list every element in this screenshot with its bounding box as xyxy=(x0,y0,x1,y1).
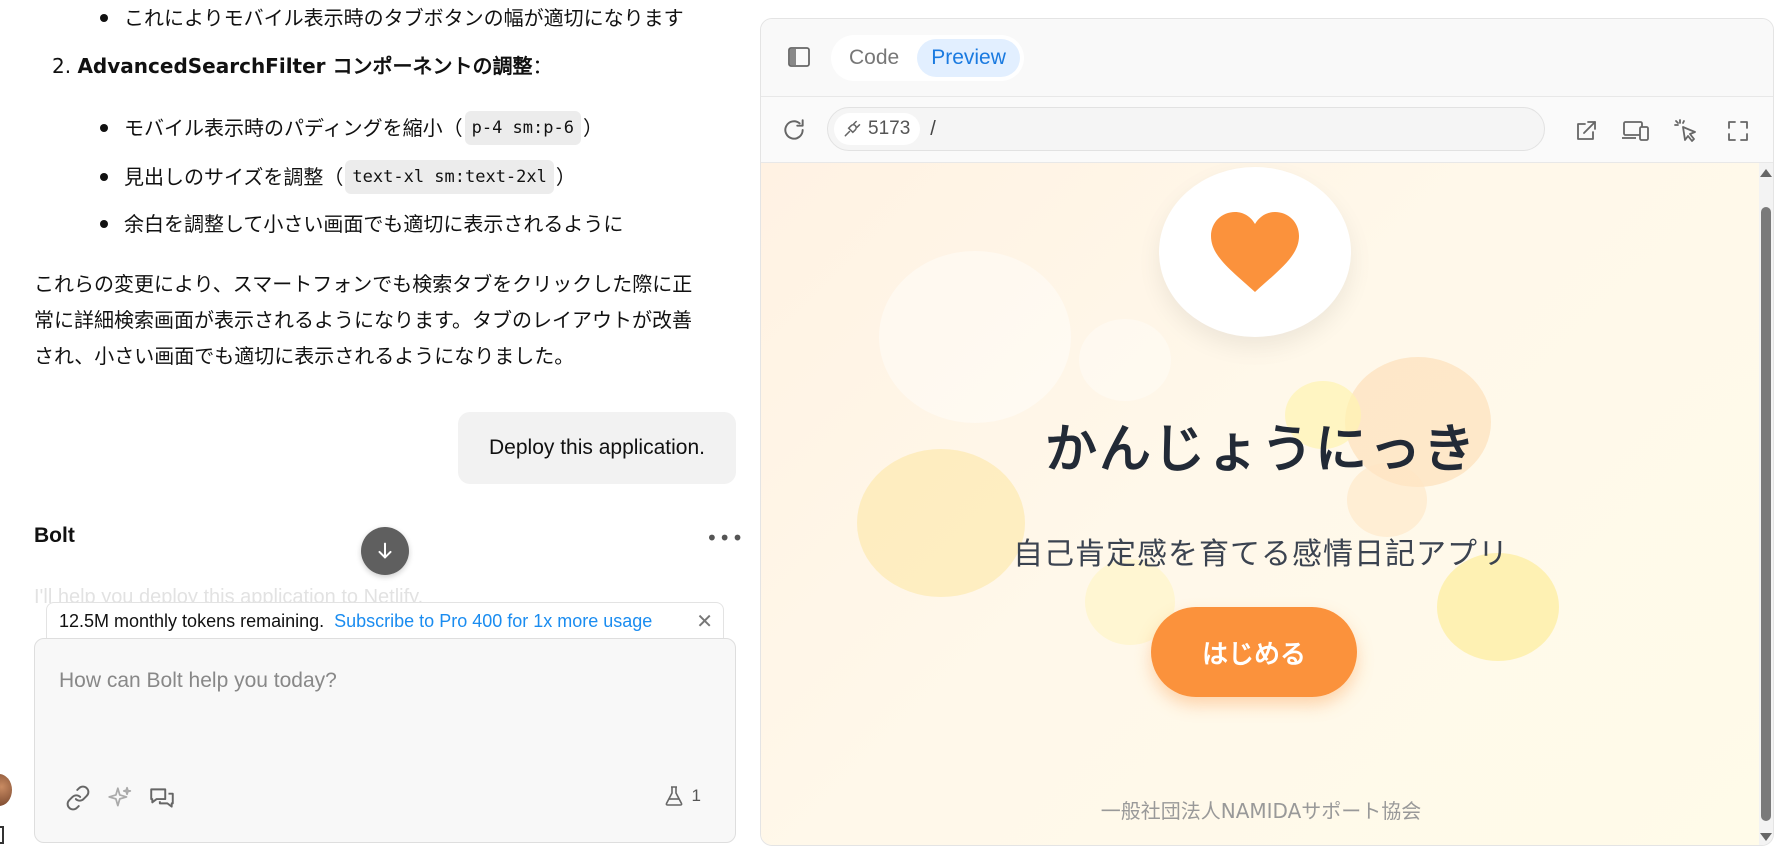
tokens-remaining: 12.5M monthly tokens remaining. xyxy=(59,610,325,631)
devices-icon xyxy=(1622,121,1649,141)
fullscreen-button[interactable] xyxy=(1723,117,1753,145)
list-item-text-end: ） xyxy=(582,116,603,140)
port-selector[interactable]: 5173 xyxy=(834,113,921,145)
app-subtitle: 自己肯定感を育てる感情日記アプリ xyxy=(1013,537,1509,572)
list-item-suffix: ： xyxy=(532,54,553,78)
list-item: 余白を調整して小さい画面でも適切に表示されるように xyxy=(100,209,623,239)
tab-preview[interactable]: Preview xyxy=(917,39,1020,77)
scroll-down-arrow-icon[interactable] xyxy=(1760,833,1772,841)
paragraph-line: これらの変更により、スマートフォンでも検索タブをクリックした際に正 xyxy=(34,272,693,296)
close-icon[interactable]: ✕ xyxy=(696,609,713,634)
attach-button[interactable] xyxy=(61,781,95,815)
reload-icon xyxy=(784,119,804,140)
scrollbar-thumb[interactable] xyxy=(1761,207,1771,821)
flask-counter[interactable]: 1 xyxy=(664,785,701,807)
pointer-select-icon xyxy=(1674,119,1696,142)
scroll-up-arrow-icon[interactable] xyxy=(1760,169,1772,177)
list-item-text: 見出しのサイズを調整（ xyxy=(124,165,344,189)
bullet-dot xyxy=(100,173,108,181)
inline-code: text-xl sm:text-2xl xyxy=(345,160,554,194)
flask-count: 1 xyxy=(691,786,701,805)
open-in-new-tab-button[interactable] xyxy=(1571,117,1601,145)
preview-scrollbar[interactable] xyxy=(1759,163,1773,845)
edge-fragment xyxy=(0,826,4,844)
plug-icon xyxy=(844,120,861,137)
flask-icon xyxy=(665,786,682,806)
scroll-to-bottom-button[interactable] xyxy=(361,527,409,575)
link-icon xyxy=(66,785,90,811)
view-tabs: Code Preview xyxy=(831,35,1024,81)
paragraph-line: され、小さい画面でも適切に表示されるようになりました。 xyxy=(34,344,575,368)
list-item-title: AdvancedSearchFilter コンポーネントの調整 xyxy=(77,54,533,78)
avatar[interactable] xyxy=(0,774,12,806)
prompt-input[interactable] xyxy=(59,669,709,729)
list-item: 見出しのサイズを調整（ text-xl sm:text-2xl ） xyxy=(100,160,576,194)
bullet-dot xyxy=(100,220,108,228)
preview-panel: Code Preview 5173 / かんじょうにっき 自己肯定感を育てる感情… xyxy=(760,18,1774,846)
address-bar: 5173 xyxy=(827,107,1545,151)
inline-code: p-4 sm:p-6 xyxy=(464,111,581,145)
more-options-button[interactable]: ••• xyxy=(706,526,744,550)
list-item-text-end: ） xyxy=(555,165,576,189)
arrow-down-icon xyxy=(378,542,392,559)
app-logo xyxy=(1159,167,1351,337)
chat-icon xyxy=(150,788,174,808)
port-number: 5173 xyxy=(868,118,911,139)
assistant-name: Bolt xyxy=(34,524,75,547)
organization-credit: 一般社団法人NAMIDAサポート協会 xyxy=(1100,799,1422,823)
paragraph-line: 常に詳細検索画面が表示されるようになります。タブのレイアウトが改善 xyxy=(34,308,692,332)
bullet-dot xyxy=(100,14,108,22)
element-inspector-button[interactable] xyxy=(1671,117,1701,145)
sidebar-toggle-button[interactable] xyxy=(787,46,811,68)
composer: 1 xyxy=(34,638,736,843)
preview-header: Code Preview xyxy=(761,19,1773,97)
heart-icon xyxy=(1211,212,1299,292)
list-item-text: これによりモバイル表示時のタブボタンの幅が適切になります xyxy=(124,6,684,30)
decorative-bubble xyxy=(879,251,1071,423)
assistant-paragraph: これらの変更により、スマートフォンでも検索タブをクリックした際に正 常に詳細検索… xyxy=(34,266,734,374)
app-title: かんじょうにっき xyxy=(1044,420,1477,480)
list-item-text: モバイル表示時のパディングを縮小（ xyxy=(124,116,463,140)
subscribe-link[interactable]: Subscribe to Pro 400 for 1x more usage xyxy=(334,611,652,632)
list-number: 2. xyxy=(52,54,72,78)
token-banner: 12.5M monthly tokens remaining. Subscrib… xyxy=(46,602,724,640)
url-path-input[interactable] xyxy=(930,117,1531,141)
discuss-button[interactable] xyxy=(145,781,179,815)
bullet-dot xyxy=(100,124,108,132)
chat-panel: これによりモバイル表示時のタブボタンの幅が適切になります 2. Advanced… xyxy=(0,0,760,857)
reload-button[interactable] xyxy=(781,117,807,147)
sparkles-icon xyxy=(108,786,132,807)
enhance-prompt-button[interactable] xyxy=(103,781,137,815)
fullscreen-icon xyxy=(1728,121,1748,141)
external-link-icon xyxy=(1577,121,1596,140)
sidebar-icon xyxy=(788,47,810,67)
list-item-text: 余白を調整して小さい画面でも適切に表示されるように xyxy=(124,212,624,236)
app-preview-viewport: かんじょうにっき 自己肯定感を育てる感情日記アプリ はじめる 一般社団法人NAM… xyxy=(761,163,1761,845)
decorative-bubble xyxy=(1079,319,1171,401)
start-button[interactable]: はじめる xyxy=(1151,607,1357,697)
tab-code[interactable]: Code xyxy=(835,39,913,77)
address-bar-row: 5173 xyxy=(761,97,1773,163)
list-item: モバイル表示時のパディングを縮小（ p-4 sm:p-6 ） xyxy=(100,111,603,145)
device-toggle-button[interactable] xyxy=(1621,117,1651,145)
ordered-list-item: 2. AdvancedSearchFilter コンポーネントの調整： xyxy=(52,50,553,82)
list-item: これによりモバイル表示時のタブボタンの幅が適切になります xyxy=(100,3,684,33)
user-message: Deploy this application. xyxy=(458,412,736,484)
